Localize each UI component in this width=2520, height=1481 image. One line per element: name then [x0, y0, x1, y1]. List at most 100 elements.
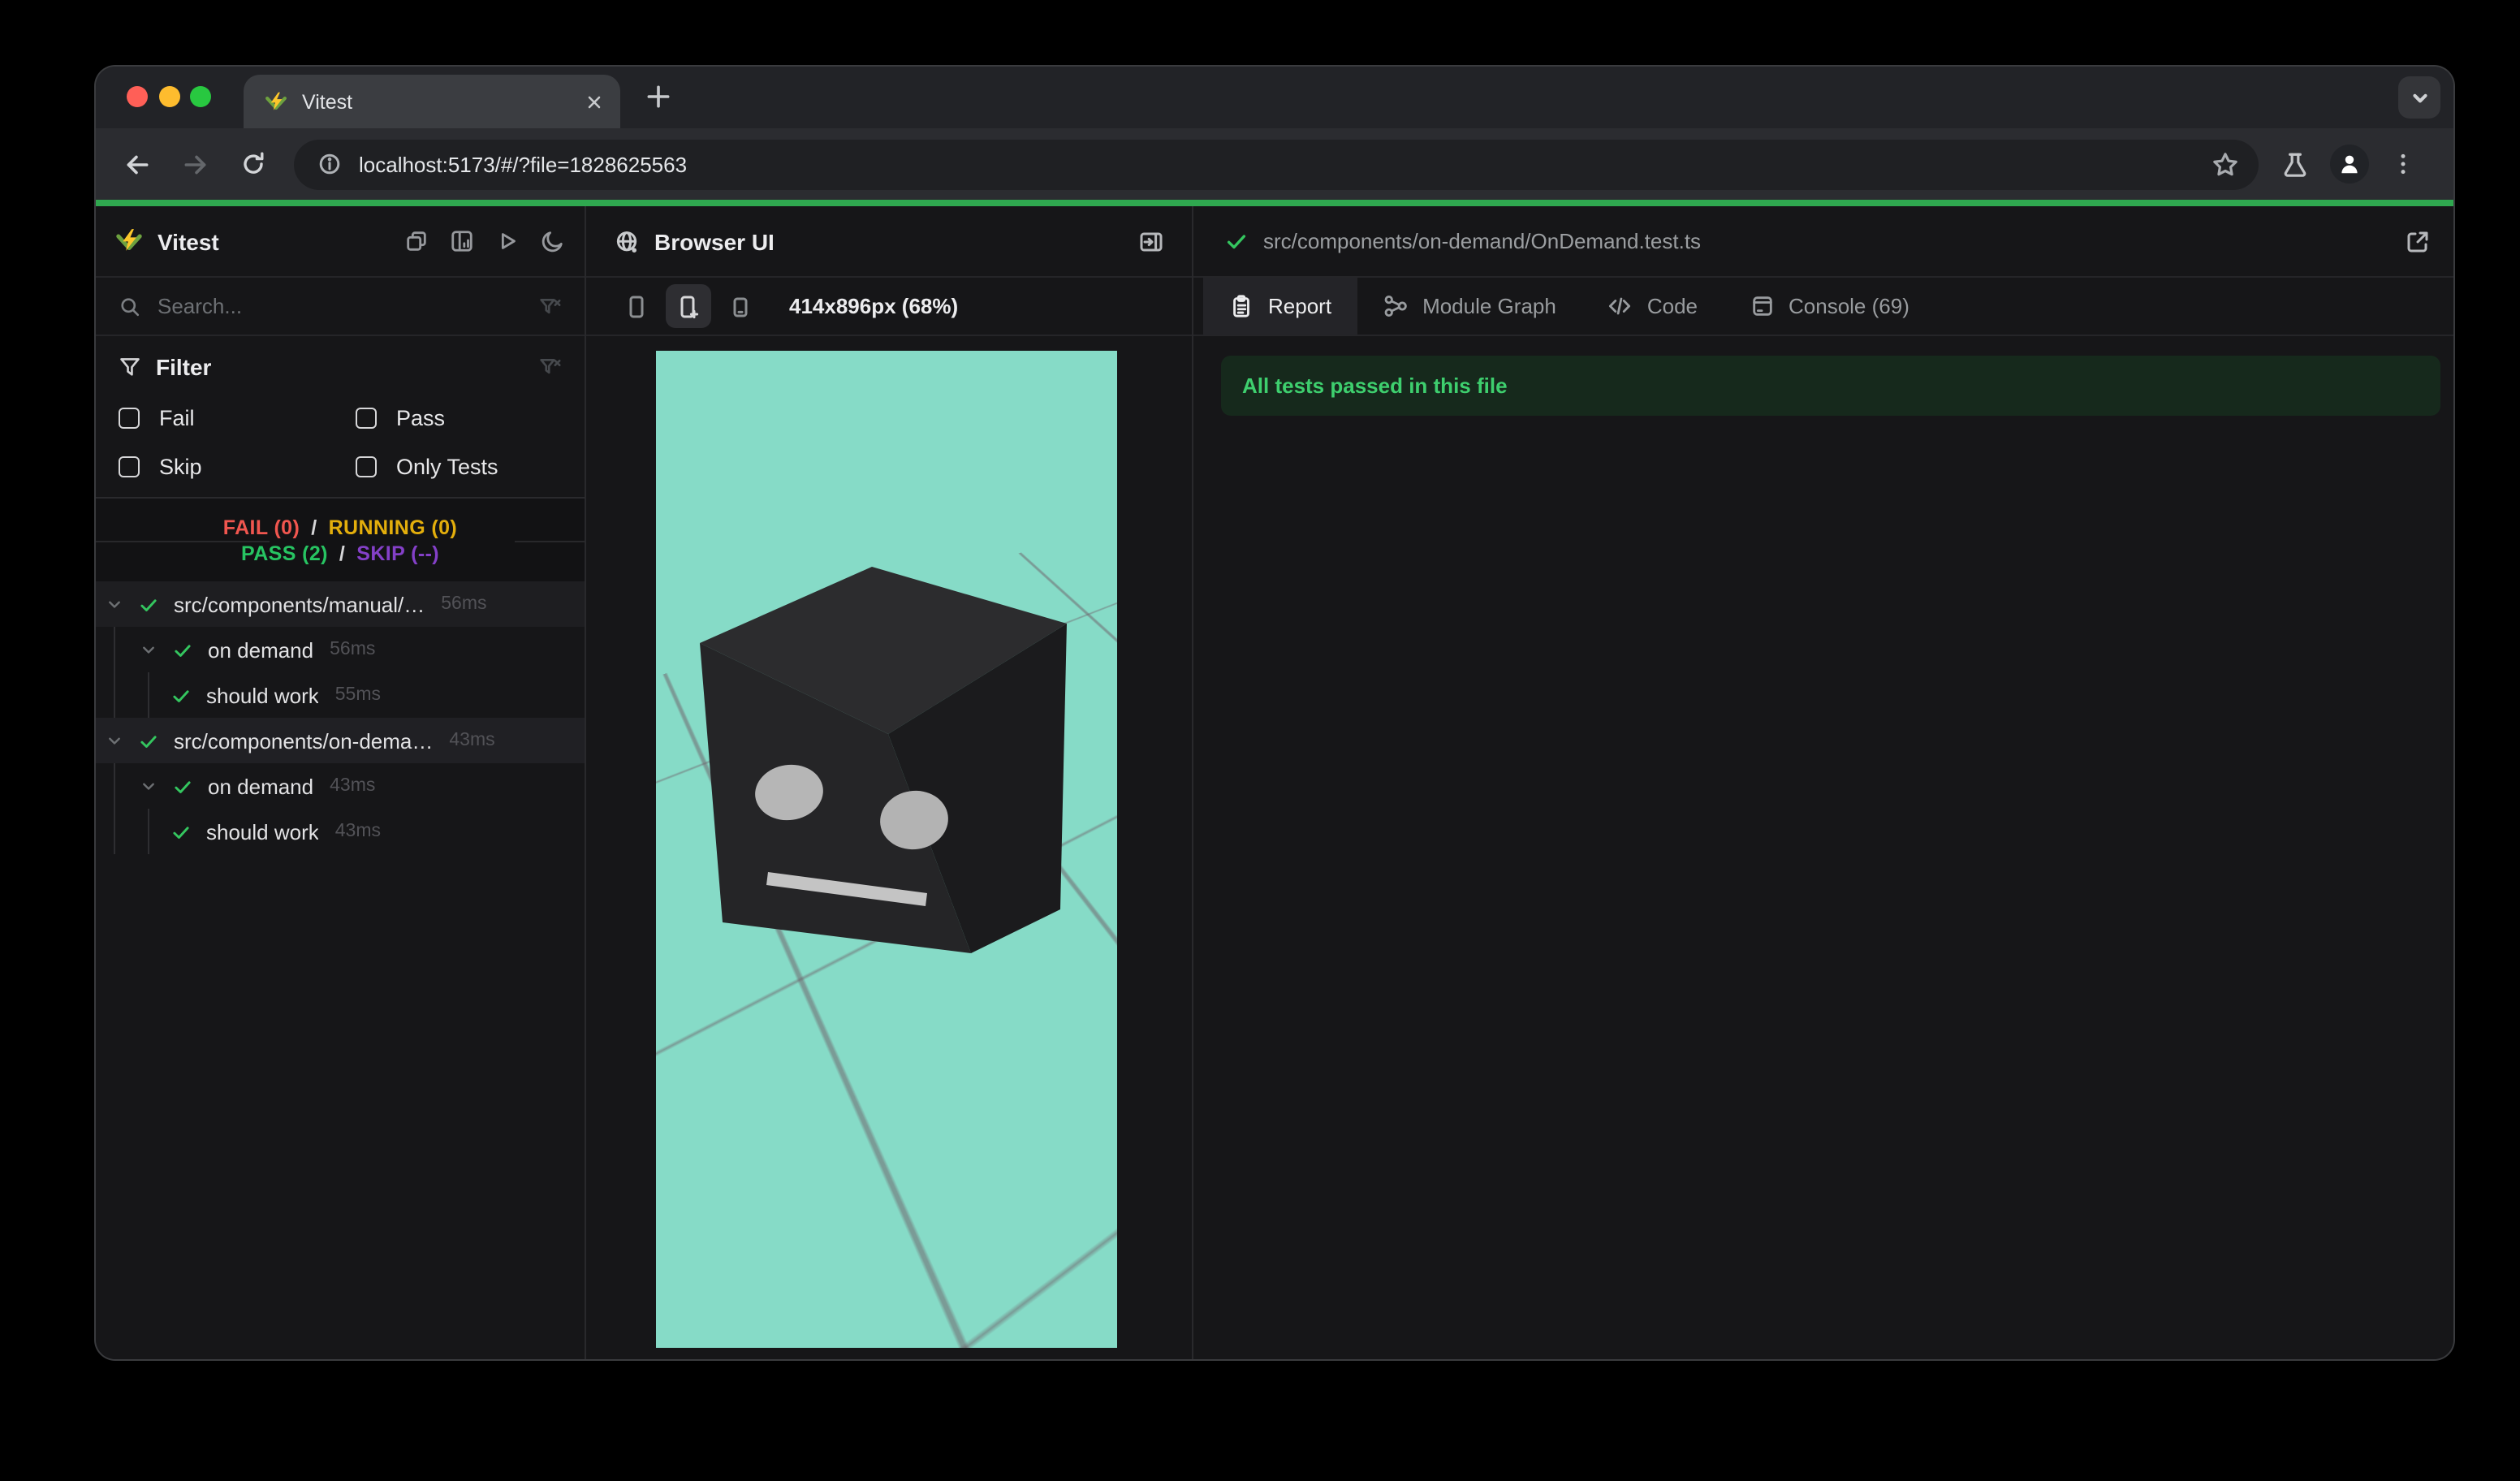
filter-option-fail[interactable]: Fail — [119, 398, 356, 437]
tab-report[interactable]: Report — [1203, 278, 1357, 335]
tree-row-suite[interactable]: on demand 56ms — [96, 627, 585, 672]
summary-segment: SKIP (--) — [356, 542, 439, 564]
tree-row-file[interactable]: src/components/on-dema… 43ms — [96, 718, 585, 763]
test-label: on demand — [208, 774, 313, 798]
phone-icon — [624, 293, 649, 319]
funnel-icon — [119, 356, 141, 378]
summary-segment: PASS (2) — [241, 542, 328, 564]
new-tab-button[interactable] — [645, 83, 672, 110]
external-link-icon[interactable] — [2405, 228, 2431, 254]
minimize-window-button[interactable] — [158, 85, 179, 106]
summary-segment: / — [339, 542, 345, 564]
browser-tab[interactable]: Vitest — [244, 75, 620, 128]
tree-row-suite[interactable]: on demand 43ms — [96, 763, 585, 809]
device-toolbar: 414x896px (68%) — [586, 278, 1192, 336]
file-header: src/components/on-demand/OnDemand.test.t… — [1193, 206, 2453, 278]
checkbox[interactable] — [356, 407, 377, 428]
filter-option-only-tests[interactable]: Only Tests — [356, 447, 562, 486]
vitest-ui: Vitest Filter — [96, 206, 2453, 1359]
test-label: on demand — [208, 637, 313, 662]
sidebar-header: Vitest — [96, 206, 585, 278]
test-tree: src/components/manual/… 56ms on demand 56ms… — [96, 581, 585, 1359]
search-row — [96, 278, 585, 336]
summary-segment: RUNNING (0) — [329, 516, 458, 538]
vitest-logo-icon — [115, 227, 143, 255]
viewport-area — [586, 336, 1192, 1359]
site-info-icon[interactable] — [317, 151, 343, 177]
summary-line-2: PASS (2) / SKIP (--) — [96, 542, 585, 564]
summary-segment: FAIL (0) — [223, 516, 300, 538]
tab-strip: Vitest — [96, 67, 2453, 128]
divider — [96, 541, 270, 542]
close-tab-icon[interactable] — [585, 92, 604, 111]
clear-filter-icon[interactable] — [539, 295, 562, 317]
test-duration: 56ms — [441, 594, 486, 614]
indent-guide — [114, 763, 115, 809]
close-window-button[interactable] — [127, 85, 148, 106]
tree-row-test[interactable]: should work 43ms — [96, 809, 585, 854]
dashboard-icon[interactable] — [450, 229, 474, 253]
checkbox[interactable] — [356, 456, 377, 477]
bookmark-star-icon[interactable] — [2211, 150, 2239, 178]
viewport-size-label: 414x896px (68%) — [789, 294, 958, 318]
browser-ui-title: Browser UI — [654, 228, 775, 254]
address-bar[interactable]: localhost:5173/#/?file=1828625563 — [294, 139, 2259, 189]
filter-option-pass[interactable]: Pass — [356, 398, 562, 437]
device-phone-add-button[interactable] — [666, 284, 711, 328]
test-label: src/components/on-dema… — [174, 728, 433, 753]
run-all-icon[interactable] — [495, 229, 520, 253]
flask-icon[interactable] — [2281, 150, 2309, 178]
reload-button[interactable] — [229, 140, 278, 188]
indent-guide — [148, 672, 149, 718]
phone-add-icon — [675, 293, 701, 319]
back-button[interactable] — [112, 140, 161, 188]
browser-ui-panel: Browser UI 414x896px (68%) — [586, 206, 1192, 1359]
checkbox-label: Fail — [159, 405, 195, 430]
window-controls — [127, 85, 211, 106]
globe-icon — [614, 228, 640, 254]
search-input[interactable] — [158, 294, 539, 318]
checkbox-label: Skip — [159, 454, 202, 478]
panel-expand-icon[interactable] — [1138, 228, 1164, 254]
device-phone-button[interactable] — [614, 284, 659, 328]
filter-option-skip[interactable]: Skip — [119, 447, 356, 486]
checkbox[interactable] — [119, 456, 140, 477]
forward-button[interactable] — [170, 140, 219, 188]
toolbar-right — [2281, 145, 2416, 184]
clear-filter-icon[interactable] — [539, 356, 562, 378]
checkbox-label: Only Tests — [396, 454, 498, 478]
tree-row-file[interactable]: src/components/manual/… 56ms — [96, 581, 585, 627]
summary-segment: / — [311, 516, 317, 538]
test-viewport[interactable] — [656, 351, 1117, 1348]
filter-section: Filter Fail Pass Skip Only Tests — [96, 336, 585, 497]
browser-ui-header: Browser UI — [586, 206, 1192, 278]
tab-code[interactable]: Code — [1582, 278, 1724, 335]
test-duration: 55ms — [335, 685, 381, 705]
vitest-favicon-icon — [265, 90, 287, 113]
url-text[interactable]: localhost:5173/#/?file=1828625563 — [359, 152, 2211, 176]
pass-banner-text: All tests passed in this file — [1242, 373, 1508, 398]
tab-title: Vitest — [302, 90, 585, 113]
menu-kebab-icon[interactable] — [2390, 151, 2416, 177]
test-duration: 43ms — [330, 776, 375, 796]
tree-row-test[interactable]: should work 55ms — [96, 672, 585, 718]
dark-mode-icon[interactable] — [541, 229, 565, 253]
filter-title: Filter — [156, 354, 211, 380]
collapse-windows-icon[interactable] — [404, 229, 429, 253]
checkbox[interactable] — [119, 407, 140, 428]
summary-line-1: FAIL (0) / RUNNING (0) — [96, 516, 585, 538]
checkbox-label: Pass — [396, 405, 445, 430]
profile-avatar[interactable] — [2330, 145, 2369, 184]
test-label: should work — [206, 819, 319, 844]
test-duration: 56ms — [330, 640, 375, 659]
maximize-window-button[interactable] — [190, 85, 211, 106]
test-duration: 43ms — [449, 731, 494, 750]
device-phone-small-button[interactable] — [718, 284, 763, 328]
tab-module-graph[interactable]: Module Graph — [1357, 278, 1582, 335]
test-label: should work — [206, 683, 319, 707]
tab-search-button[interactable] — [2398, 76, 2440, 119]
tab-console-69[interactable]: Console (69) — [1724, 278, 1935, 335]
filter-options: Fail Pass Skip Only Tests — [119, 398, 562, 486]
report-tabs: Report Module Graph Code Console (69) — [1193, 278, 2453, 336]
browser-toolbar: localhost:5173/#/?file=1828625563 — [96, 128, 2453, 200]
